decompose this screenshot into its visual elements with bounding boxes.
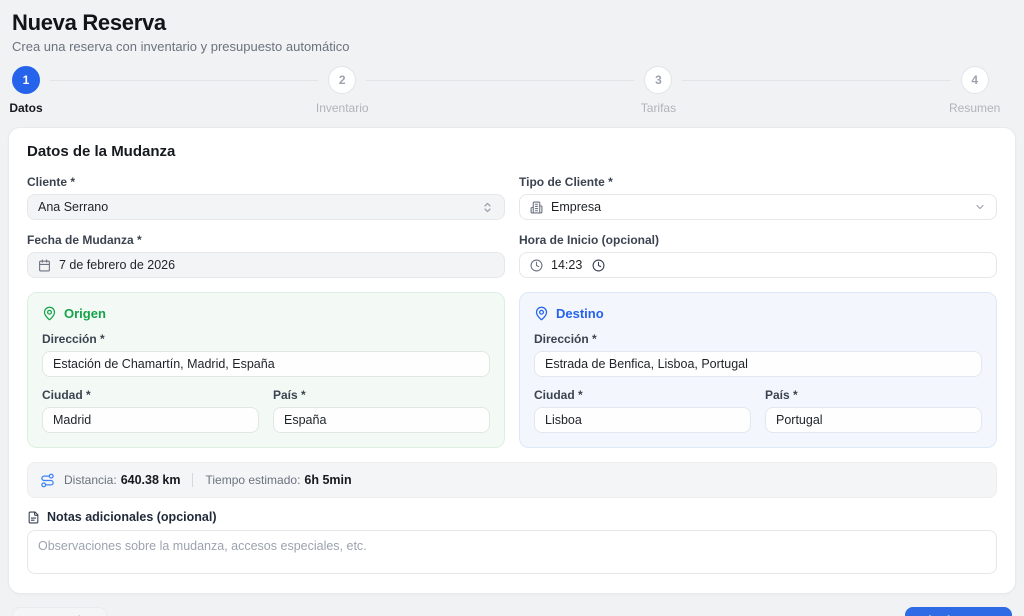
document-icon [27, 511, 40, 524]
step-3-label: Tarifas [640, 101, 677, 115]
destino-ciudad-input[interactable] [534, 407, 751, 433]
step-1-label: Datos [9, 101, 43, 115]
fecha-picker[interactable]: 7 de febrero de 2026 [27, 252, 505, 278]
step-tarifas[interactable]: 3 Tarifas [640, 66, 960, 117]
distance-info-bar: Distancia: 640.38 km Tiempo estimado: 6h… [27, 462, 997, 498]
form-card: Datos de la Mudanza Cliente * Ana Serran… [8, 127, 1016, 594]
chevrons-up-down-icon [481, 201, 494, 214]
step-resumen[interactable]: 4 Resumen [949, 66, 1012, 117]
step-2-circle: 2 [328, 66, 357, 94]
clock-icon [530, 259, 543, 272]
origen-ciudad-input[interactable] [42, 407, 259, 433]
origen-map-pin-icon [42, 306, 57, 321]
origen-ciudad-label: Ciudad * [42, 388, 91, 402]
step-inventario[interactable]: 2 Inventario [316, 66, 644, 117]
tipo-cliente-value: Empresa [551, 200, 602, 214]
distancia-label: Distancia: [64, 473, 117, 487]
destino-pais-input[interactable] [765, 407, 982, 433]
destino-ciudad-label: Ciudad * [534, 388, 583, 402]
step-3-circle: 3 [644, 66, 673, 94]
destino-pais-label: País * [765, 388, 798, 402]
page-subtitle: Crea una reserva con inventario y presup… [12, 39, 350, 54]
origen-section: Origen Dirección * Ciudad * País * [27, 292, 505, 448]
stepper: 1 Datos 2 Inventario 3 Tarifas 4 Resumen [9, 66, 1012, 117]
origen-pais-input[interactable] [273, 407, 490, 433]
tipo-cliente-select[interactable]: Empresa [519, 194, 997, 220]
destino-section: Destino Dirección * Ciudad * País * [519, 292, 997, 448]
cliente-select[interactable]: Ana Serrano [27, 194, 505, 220]
destino-direccion-label: Dirección * [534, 332, 597, 346]
wizard-footer: ← Anterior Siguiente → [12, 607, 1012, 616]
time-picker-clock-icon[interactable] [592, 259, 605, 272]
divider [192, 473, 194, 487]
hora-input[interactable]: 14:23 [519, 252, 997, 278]
destino-title: Destino [556, 306, 604, 321]
distancia-value: 640.38 km [120, 473, 181, 487]
route-icon [40, 473, 55, 488]
notas-label: Notas adicionales (opcional) [47, 510, 217, 524]
step-2-label: Inventario [315, 101, 369, 115]
page-header: Nueva Reserva Crea una reserva con inven… [12, 10, 1012, 54]
origen-pais-label: País * [273, 388, 306, 402]
tiempo-label: Tiempo estimado: [205, 473, 301, 487]
origen-direccion-input[interactable] [42, 351, 490, 377]
cliente-value: Ana Serrano [38, 200, 109, 214]
destino-direccion-input[interactable] [534, 351, 982, 377]
step-datos[interactable]: 1 Datos [9, 66, 328, 117]
building-icon [530, 201, 543, 214]
cliente-label: Cliente * [27, 175, 76, 189]
origen-title: Origen [64, 306, 106, 321]
step-4-label: Resumen [948, 101, 1001, 115]
chevron-down-icon [974, 201, 986, 213]
hora-label: Hora de Inicio (opcional) [519, 233, 660, 247]
step-connector [682, 79, 951, 81]
step-connector [366, 79, 635, 81]
new-reservation-page: Nueva Reserva Crea una reserva con inven… [0, 0, 1024, 616]
tiempo-value: 6h 5min [304, 473, 352, 487]
hora-value: 14:23 [551, 258, 583, 272]
destino-map-pin-icon [534, 306, 549, 321]
step-connector [50, 79, 319, 81]
fecha-value: 7 de febrero de 2026 [59, 258, 176, 272]
page-title: Nueva Reserva [12, 10, 166, 35]
siguiente-button[interactable]: Siguiente → [904, 607, 1012, 616]
fecha-label: Fecha de Mudanza * [27, 233, 142, 247]
origen-direccion-label: Dirección * [42, 332, 105, 346]
anterior-button[interactable]: ← Anterior [12, 607, 107, 616]
tipo-cliente-label: Tipo de Cliente * [519, 175, 613, 189]
notas-textarea[interactable] [27, 530, 997, 574]
notes-section: Notas adicionales (opcional) [27, 510, 997, 579]
calendar-icon [38, 259, 51, 272]
section-title: Datos de la Mudanza [27, 143, 176, 160]
step-4-circle: 4 [960, 66, 989, 94]
step-1-circle: 1 [12, 66, 40, 94]
